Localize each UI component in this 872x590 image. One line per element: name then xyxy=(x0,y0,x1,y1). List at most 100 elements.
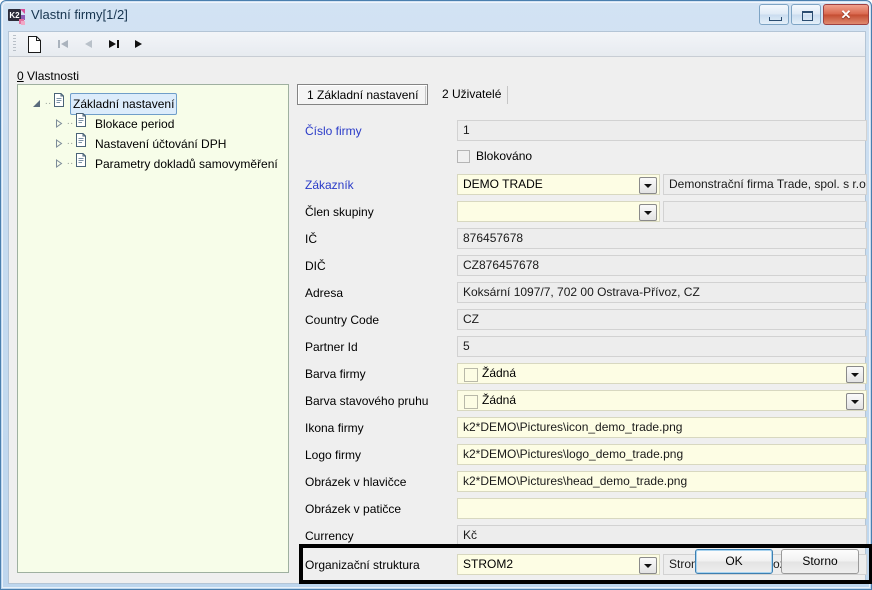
field-row-barva-firmy: Barva firmy Žádná xyxy=(297,363,872,385)
cislo-firmy-value[interactable]: 1 xyxy=(457,120,867,141)
clen-skupiny-combo[interactable] xyxy=(457,201,660,222)
k2-logo-icon: K2 xyxy=(8,8,25,25)
zakaznik-combo[interactable]: DEMO TRADE xyxy=(457,174,660,195)
tab-zakladni-nastaveni[interactable]: 1 Základní nastavení xyxy=(297,84,429,105)
field-row-currency: Currency Kč xyxy=(297,525,872,547)
chevron-down-icon[interactable] xyxy=(639,557,657,574)
page-icon xyxy=(27,36,41,53)
chevron-down-icon[interactable] xyxy=(639,177,657,194)
tree-item-parametry-dokladu-samovymereni[interactable]: ·· Parametry dokladů samovyměření xyxy=(18,152,288,173)
next-record-button[interactable] xyxy=(102,34,124,54)
obrazek-v-paticce-label: Obrázek v patičce xyxy=(305,502,402,516)
form-panel: Číslo firmy 1 Blokováno Zákazník DEMO TR… xyxy=(297,112,872,584)
adresa-label: Adresa xyxy=(305,286,344,300)
field-row-ic: IČ 876457678 xyxy=(297,228,872,250)
field-row-barva-stavoveho-pruhu: Barva stavového pruhu Žádná xyxy=(297,390,872,412)
tree-connector: ·· xyxy=(66,137,74,149)
tree-item-nastaveni-uctovani-dph[interactable]: ·· Nastavení účtování DPH xyxy=(18,132,288,153)
field-row-obrazek-v-hlavicce: Obrázek v hlavičce k2*DEMO\Pictures\head… xyxy=(297,471,872,493)
window-controls: ✕ xyxy=(759,4,869,25)
zakaznik-description: Demonstrační firma Trade, spol. s r.o. xyxy=(663,174,867,195)
field-row-logo-firmy: Logo firmy k2*DEMO\Pictures\logo_demo_tr… xyxy=(297,444,872,466)
tree-connector: ·· xyxy=(66,157,74,169)
tab-separator xyxy=(425,86,426,104)
dic-value[interactable]: CZ876457678 xyxy=(457,255,867,276)
tree-item-blokace-period[interactable]: ·· Blokace period xyxy=(18,112,288,133)
expander-collapse-icon[interactable] xyxy=(30,93,43,113)
properties-accelerator: 0 xyxy=(17,69,24,83)
maximize-icon xyxy=(802,11,813,21)
play-button[interactable] xyxy=(127,34,149,54)
minimize-icon xyxy=(769,17,782,21)
chevron-down-icon[interactable] xyxy=(639,204,657,221)
first-record-button[interactable] xyxy=(52,34,74,54)
tab-bar: 1 Základní nastavení 2 Uživatelé xyxy=(297,84,865,106)
color-swatch-icon xyxy=(464,395,478,409)
organizacni-struktura-value: STROM2 xyxy=(463,557,514,571)
document-icon xyxy=(75,152,87,173)
color-swatch-icon xyxy=(464,368,478,382)
organizacni-struktura-label: Organizační struktura xyxy=(305,558,420,572)
currency-label: Currency xyxy=(305,529,354,543)
client-area: 0 Vlastnosti ·· Základní nastavení ·· Bl… xyxy=(8,31,872,584)
triangle-right-icon xyxy=(134,40,142,48)
close-button[interactable]: ✕ xyxy=(823,4,869,25)
blokovano-checkbox[interactable] xyxy=(457,150,470,163)
application-window: K2 Vlastní firmy[1/2] ✕ 0 Vlastnosti ·· … xyxy=(0,0,872,590)
ok-button[interactable]: OK xyxy=(695,549,773,574)
svg-text:K2: K2 xyxy=(9,11,20,20)
barva-firmy-value: Žádná xyxy=(482,366,517,380)
properties-tree: ·· Základní nastavení ·· Blokace period … xyxy=(18,85,288,173)
obrazek-v-hlavicce-input[interactable]: k2*DEMO\Pictures\head_demo_trade.png xyxy=(457,471,867,492)
barva-stavoveho-pruhu-combo[interactable]: Žádná xyxy=(457,390,867,411)
tab-separator xyxy=(507,86,508,104)
previous-record-button[interactable] xyxy=(77,34,99,54)
field-row-clen-skupiny: Člen skupiny xyxy=(297,201,872,223)
tree-item-label: Parametry dokladů samovyměření xyxy=(95,156,278,171)
title-bar[interactable]: K2 Vlastní firmy[1/2] ✕ xyxy=(1,1,872,31)
expander-expand-icon[interactable] xyxy=(52,113,65,133)
triangle-left-icon xyxy=(84,40,92,48)
clen-skupiny-label: Člen skupiny xyxy=(305,205,374,219)
close-icon: ✕ xyxy=(840,7,852,22)
tree-item-label: Nastavení účtování DPH xyxy=(95,136,227,151)
barva-stavoveho-pruhu-value: Žádná xyxy=(482,393,517,407)
document-icon xyxy=(53,93,65,113)
organizacni-struktura-combo[interactable]: STROM2 xyxy=(457,554,660,575)
adresa-value[interactable]: Koksární 1097/7, 702 00 Ostrava-Přívoz, … xyxy=(457,282,867,303)
new-record-button[interactable] xyxy=(23,34,45,54)
expander-expand-icon[interactable] xyxy=(52,153,65,173)
field-row-dic: DIČ CZ876457678 xyxy=(297,255,872,277)
field-row-ikona-firmy: Ikona firmy k2*DEMO\Pictures\icon_demo_t… xyxy=(297,417,872,439)
properties-tree-panel[interactable]: ·· Základní nastavení ·· Blokace period … xyxy=(17,84,289,573)
field-row-partner-id: Partner Id 5 xyxy=(297,336,872,358)
maximize-button[interactable] xyxy=(791,4,821,25)
currency-value[interactable]: Kč xyxy=(457,525,867,546)
expander-expand-icon[interactable] xyxy=(52,133,65,153)
tree-item-zakladni-nastaveni[interactable]: ·· Základní nastavení xyxy=(18,93,288,115)
minimize-button[interactable] xyxy=(759,4,789,25)
document-icon xyxy=(75,132,87,153)
barva-stavoveho-pruhu-label: Barva stavového pruhu xyxy=(305,394,429,408)
cancel-button[interactable]: Storno xyxy=(781,549,859,574)
chevron-down-icon[interactable] xyxy=(846,366,864,383)
chevron-down-icon[interactable] xyxy=(846,393,864,410)
tree-item-label: Blokace period xyxy=(95,116,175,131)
tab-uzivatele[interactable]: 2 Uživatelé xyxy=(433,84,510,105)
dic-label: DIČ xyxy=(305,259,326,273)
logo-firmy-label: Logo firmy xyxy=(305,448,362,462)
ic-value[interactable]: 876457678 xyxy=(457,228,867,249)
partner-id-value[interactable]: 5 xyxy=(457,336,867,357)
field-row-zakaznik: Zákazník DEMO TRADE Demonstrační firma T… xyxy=(297,174,872,196)
barva-firmy-combo[interactable]: Žádná xyxy=(457,363,867,384)
obrazek-v-paticce-input[interactable] xyxy=(457,498,867,519)
clen-skupiny-description xyxy=(663,201,867,222)
country-code-value[interactable]: CZ xyxy=(457,309,867,330)
properties-label: Vlastnosti xyxy=(27,69,80,83)
ikona-firmy-input[interactable]: k2*DEMO\Pictures\icon_demo_trade.png xyxy=(457,417,867,438)
field-row-adresa: Adresa Koksární 1097/7, 702 00 Ostrava-P… xyxy=(297,282,872,304)
blokovano-label: Blokováno xyxy=(476,149,533,163)
field-row-country-code: Country Code CZ xyxy=(297,309,872,331)
toolbar-grip[interactable] xyxy=(13,35,16,53)
logo-firmy-input[interactable]: k2*DEMO\Pictures\logo_demo_trade.png xyxy=(457,444,867,465)
